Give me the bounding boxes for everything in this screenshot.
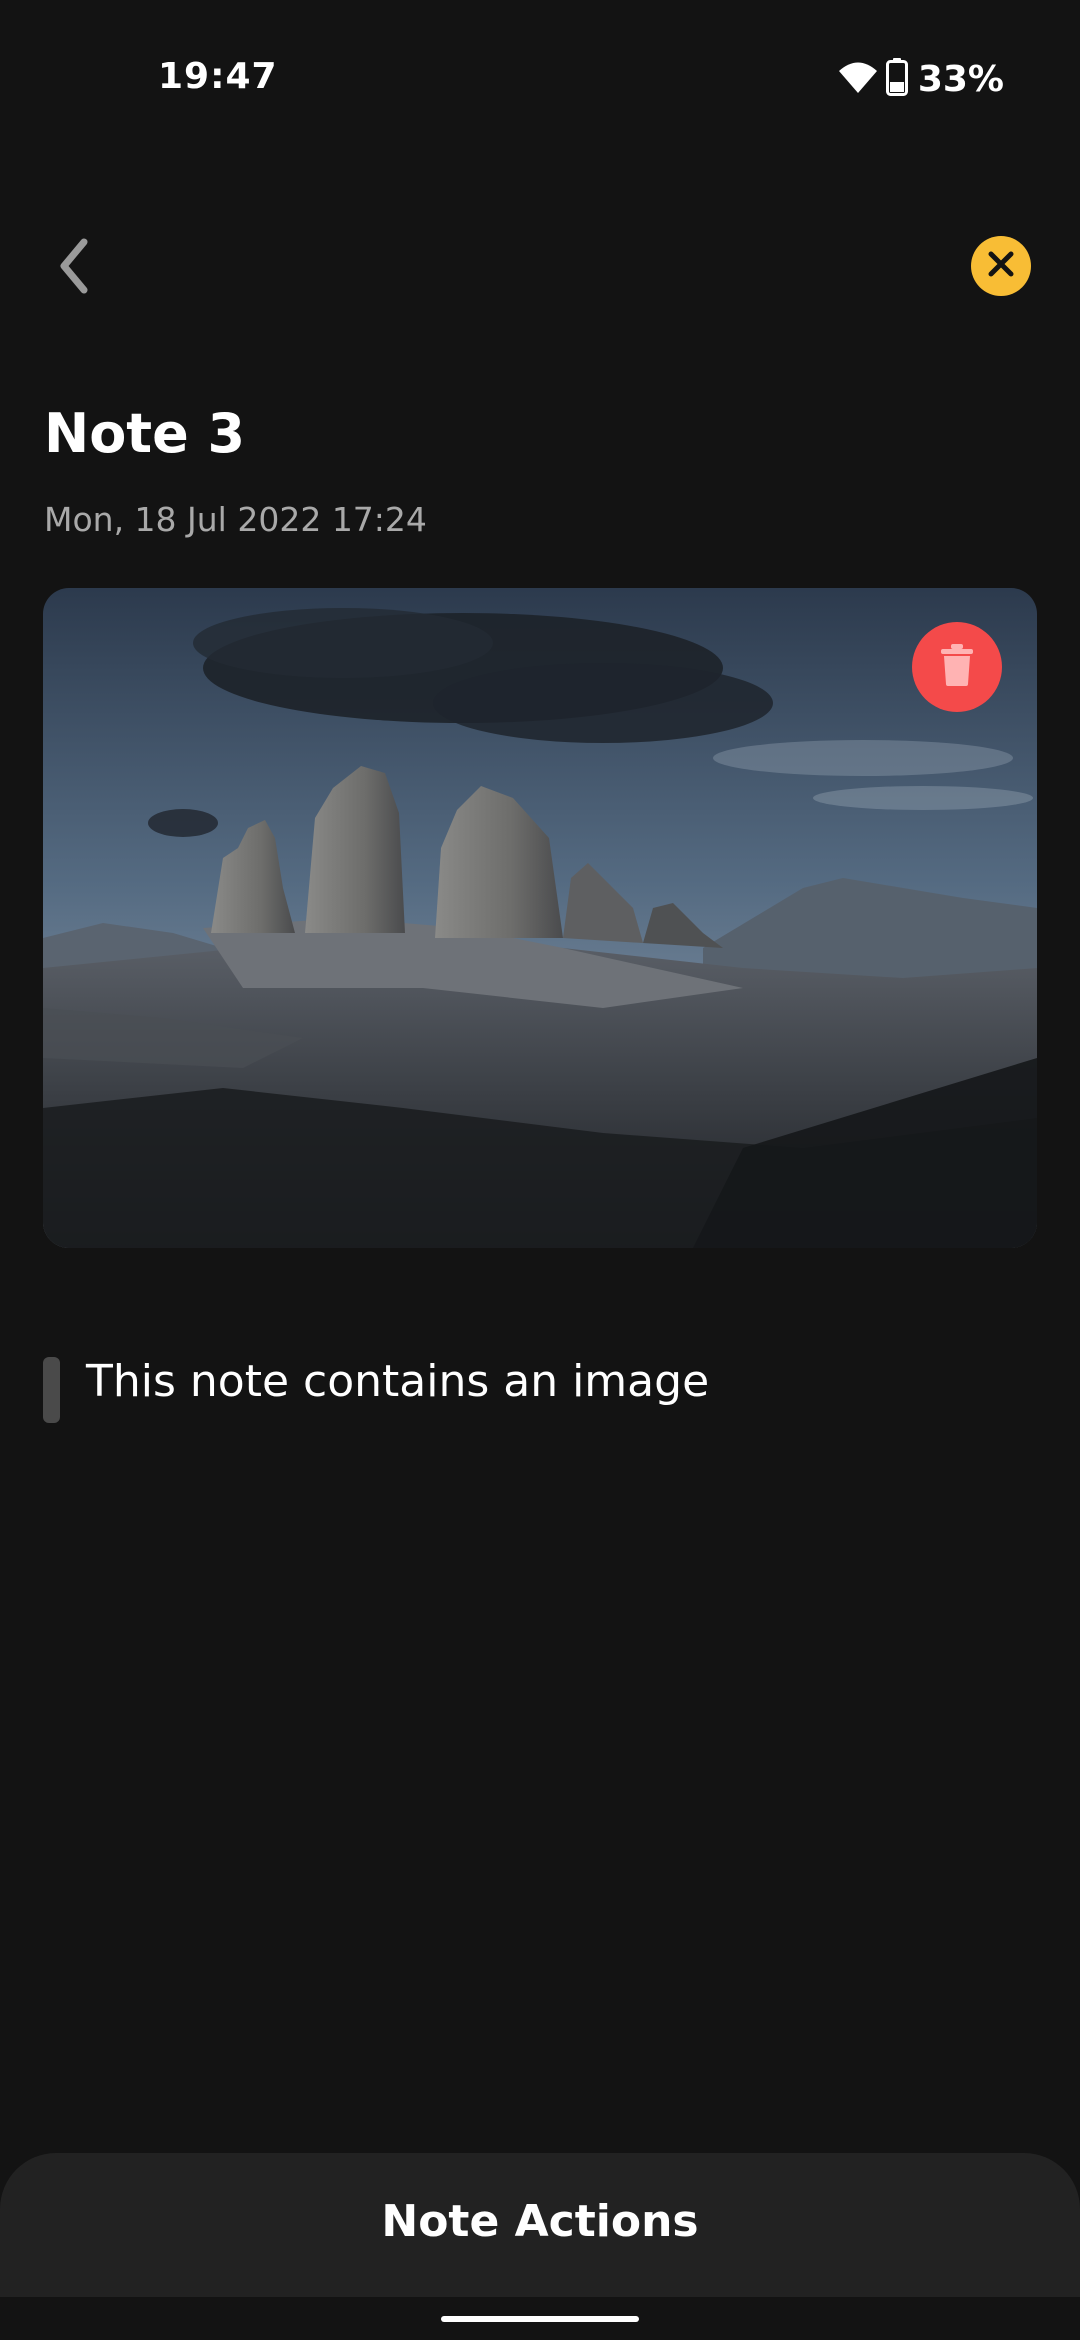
back-button[interactable] [44, 228, 104, 308]
note-actions-sheet[interactable]: Note Actions [0, 2153, 1080, 2297]
note-actions-title[interactable]: Note Actions [0, 2196, 1080, 2247]
wifi-icon [838, 60, 878, 98]
chevron-left-icon [54, 236, 94, 300]
gesture-nav-handle[interactable] [441, 2316, 639, 2322]
close-button[interactable] [971, 236, 1031, 296]
trash-icon [939, 643, 975, 691]
status-icons: 33% [838, 58, 1004, 100]
battery-icon [885, 58, 908, 100]
note-image[interactable] [43, 588, 1037, 1248]
note-subtitle[interactable]: This note contains an image [86, 1356, 709, 1407]
delete-image-button[interactable] [912, 622, 1002, 712]
status-time: 19:47 [158, 56, 278, 97]
status-bar: 19:47 33% [0, 0, 1080, 160]
close-icon [985, 248, 1017, 284]
note-date: Mon, 18 Jul 2022 17:24 [44, 500, 427, 539]
subtitle-indicator [43, 1357, 60, 1423]
note-title: Note 3 [44, 402, 246, 465]
battery-percentage: 33% [917, 58, 1004, 100]
